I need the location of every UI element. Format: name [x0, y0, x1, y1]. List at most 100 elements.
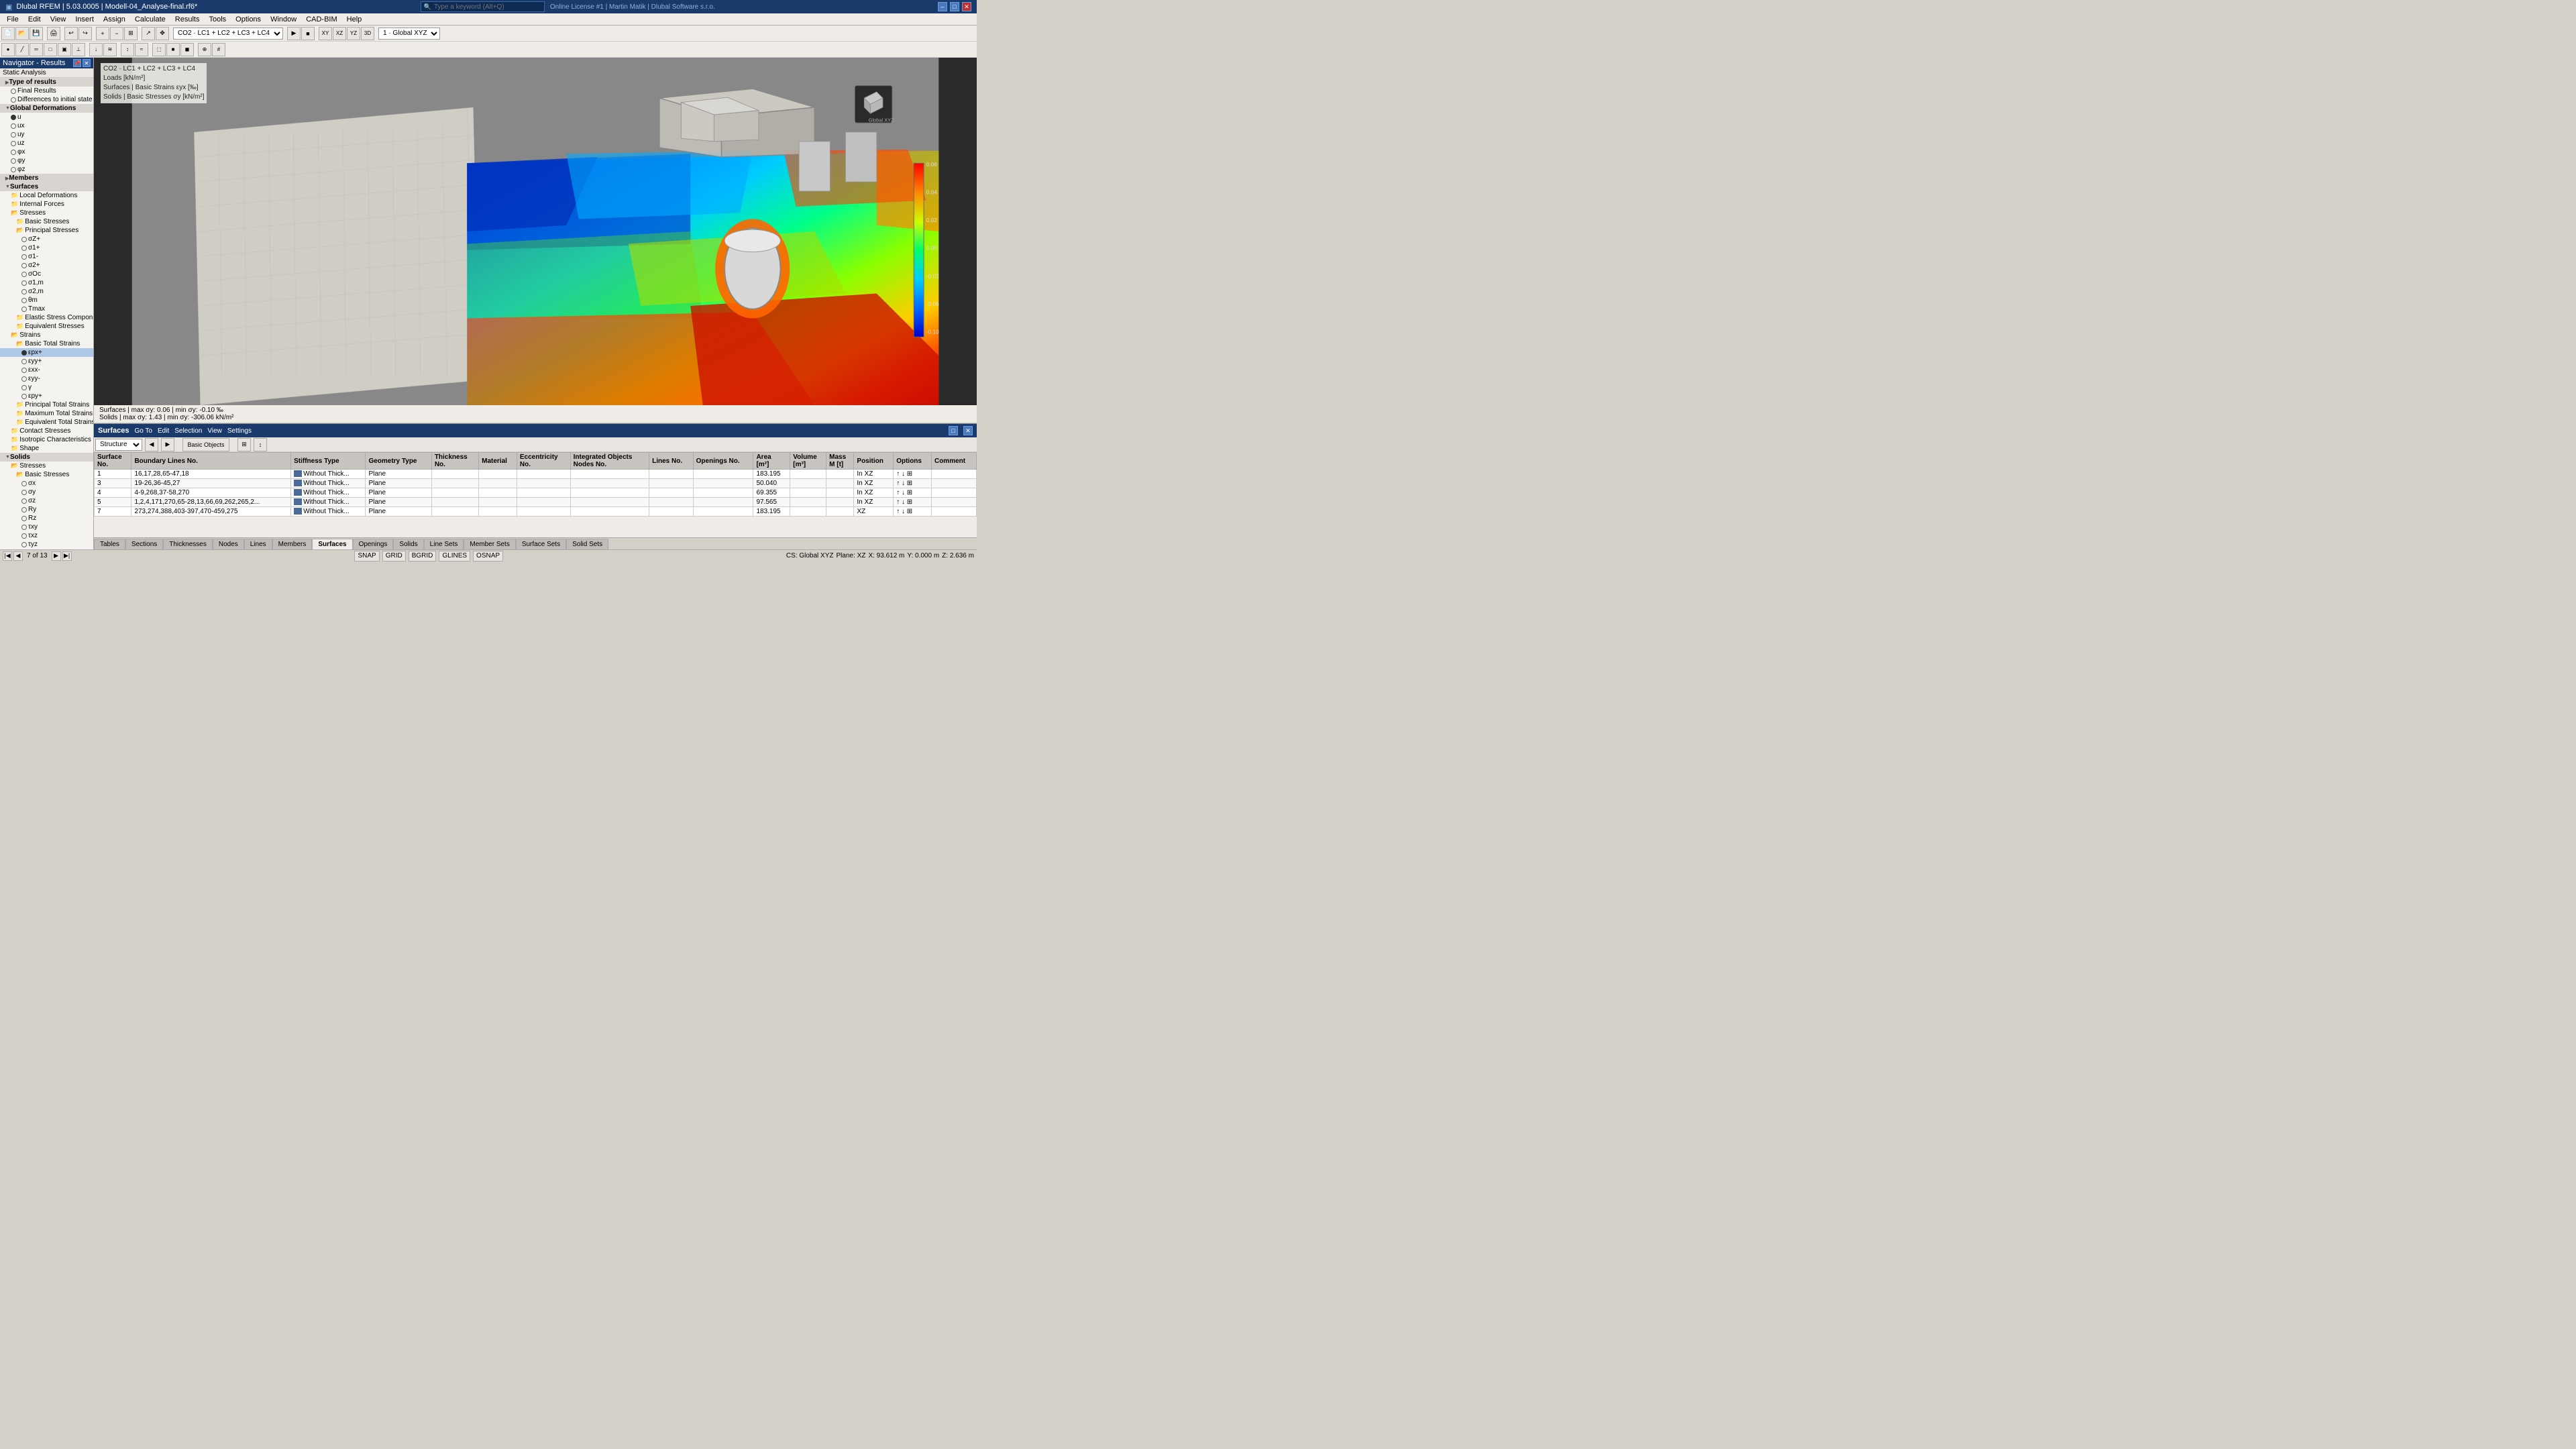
table-row[interactable]: 5 1,2,4,171,270,65-28,13,66,69,262,265,2… [95, 498, 977, 507]
supports-vis[interactable]: ⊥ [72, 43, 85, 56]
nav-sol-sz[interactable]: σz [0, 496, 93, 505]
snap-indicator[interactable]: SNAP [354, 551, 379, 561]
table-row[interactable]: 1 16,17,28,65-47,18 Without Thick... Pla… [95, 470, 977, 479]
nav-solids-stresses[interactable]: 📂 Stresses [0, 462, 93, 470]
nav-sol-txy[interactable]: τxy [0, 523, 93, 531]
nav-close-button[interactable]: ✕ [83, 59, 91, 67]
nav-global-deformations[interactable]: ▼ Global Deformations [0, 104, 93, 113]
restore-button[interactable]: □ [950, 2, 959, 11]
snap-btn[interactable]: ⊕ [198, 43, 211, 56]
sort-btn[interactable]: ↕ [254, 438, 267, 451]
menu-insert[interactable]: Insert [71, 15, 98, 24]
table-row[interactable]: 3 19-26,36-45,27 Without Thick... Plane … [95, 479, 977, 488]
tab-solid-sets[interactable]: Solid Sets [566, 539, 608, 549]
zoom-in-button[interactable]: + [96, 27, 109, 40]
tab-member-sets[interactable]: Member Sets [464, 539, 515, 549]
view-orientation-combo[interactable]: 1 · Global XYZ [378, 28, 440, 40]
nav-sigma-1-minus[interactable]: σ1- [0, 252, 93, 261]
nav-epx-plus[interactable]: εpx+ [0, 348, 93, 357]
lines-vis[interactable]: ╱ [15, 43, 29, 56]
nav-gamma[interactable]: γ [0, 383, 93, 392]
nav-sol-sy[interactable]: σy [0, 488, 93, 496]
menu-assign[interactable]: Assign [99, 15, 129, 24]
view-yz[interactable]: YZ [347, 27, 360, 40]
nav-epy-plus[interactable]: εpy+ [0, 392, 93, 400]
loads-vis[interactable]: ↓ [89, 43, 103, 56]
nav-internal-forces[interactable]: 📁 Internal Forces [0, 200, 93, 209]
page-fwd-btn[interactable]: ▶ [52, 551, 61, 561]
wire-btn[interactable]: ⬚ [152, 43, 166, 56]
nav-phiz[interactable]: φz [0, 165, 93, 174]
nav-final-results[interactable]: Final Results [0, 87, 93, 95]
global-search-input[interactable] [434, 3, 541, 11]
basic-objects-btn[interactable]: Basic Objects [182, 438, 229, 451]
nav-local-deformations[interactable]: 📁 Local Deformations [0, 191, 93, 200]
tab-members[interactable]: Members [272, 539, 313, 549]
view-xz[interactable]: XZ [333, 27, 346, 40]
nav-sol-ry[interactable]: Ry [0, 505, 93, 514]
solids-vis[interactable]: ▣ [58, 43, 71, 56]
stop-button[interactable]: ■ [301, 27, 315, 40]
selection-menu[interactable]: Selection [174, 427, 202, 435]
menu-help[interactable]: Help [343, 15, 366, 24]
nav-equiv-stresses[interactable]: 📁 Equivalent Stresses [0, 322, 93, 331]
nav-elastic-stress[interactable]: 📁 Elastic Stress Components [0, 313, 93, 322]
zoom-fit-button[interactable]: ⊞ [124, 27, 138, 40]
nav-sol-sx[interactable]: σx [0, 479, 93, 488]
menu-results[interactable]: Results [171, 15, 204, 24]
nav-sol-tyz[interactable]: τyz [0, 540, 93, 549]
tab-thicknesses[interactable]: Thicknesses [163, 539, 213, 549]
edit-menu[interactable]: Edit [158, 427, 169, 435]
members-vis[interactable]: ═ [30, 43, 43, 56]
nav-pin-button[interactable]: 📌 [73, 59, 81, 67]
nav-isotropic[interactable]: 📁 Isotropic Characteristics [0, 435, 93, 444]
save-button[interactable]: 💾 [30, 27, 43, 40]
redo-button[interactable]: ↪ [78, 27, 92, 40]
nav-sol-rz[interactable]: Rz [0, 514, 93, 523]
nav-epyy-plus[interactable]: εyy+ [0, 357, 93, 366]
page-back-btn[interactable]: ◀ [13, 551, 23, 561]
nav-sigma-2m[interactable]: σ2,m [0, 287, 93, 296]
menu-window[interactable]: Window [266, 15, 301, 24]
grid-btn[interactable]: # [212, 43, 225, 56]
nav-principal-stresses[interactable]: 📂 Principal Stresses [0, 226, 93, 235]
nav-sigma-oc[interactable]: σOc [0, 270, 93, 278]
surfaces-vis[interactable]: □ [44, 43, 57, 56]
solid-btn[interactable]: ■ [166, 43, 180, 56]
tab-sections[interactable]: Sections [125, 539, 163, 549]
nav-stresses-surf[interactable]: 📂 Stresses [0, 209, 93, 217]
nav-ux[interactable]: ux [0, 121, 93, 130]
view-xy[interactable]: XY [319, 27, 332, 40]
undo-button[interactable]: ↩ [64, 27, 78, 40]
nav-surfaces[interactable]: ▼ Surfaces [0, 182, 93, 191]
nav-tmax[interactable]: Tmax [0, 305, 93, 313]
nav-principal-total-strains[interactable]: 📁 Principal Total Strains [0, 400, 93, 409]
tab-solids[interactable]: Solids [393, 539, 423, 549]
tab-nodes[interactable]: Nodes [213, 539, 244, 549]
nav-uy[interactable]: uy [0, 130, 93, 139]
nav-type-of-results[interactable]: ▶ Type of results [0, 78, 93, 87]
select-button[interactable]: ↗ [142, 27, 155, 40]
move-button[interactable]: ✥ [156, 27, 169, 40]
nodes-vis[interactable]: ● [1, 43, 15, 56]
tab-tables[interactable]: Tables [94, 539, 125, 549]
tab-surfaces[interactable]: Surfaces [312, 539, 352, 549]
nav-shape[interactable]: 📁 Shape [0, 444, 93, 453]
nav-equiv-total-strains[interactable]: 📁 Equivalent Total Strains [0, 418, 93, 427]
render-btn[interactable]: ◼ [180, 43, 194, 56]
minimize-button[interactable]: – [938, 2, 947, 11]
zoom-out-button[interactable]: − [110, 27, 123, 40]
tab-openings[interactable]: Openings [353, 539, 394, 549]
nav-phiy[interactable]: φy [0, 156, 93, 165]
menu-options[interactable]: Options [231, 15, 265, 24]
nav-sigma-z-plus[interactable]: σZ+ [0, 235, 93, 244]
run-button[interactable]: ▶ [287, 27, 301, 40]
filter-fwd-btn[interactable]: ▶ [161, 438, 174, 451]
nav-basic-stresses-solids[interactable]: 📂 Basic Stresses [0, 470, 93, 479]
menu-tools[interactable]: Tools [205, 15, 230, 24]
results-vis[interactable]: ≋ [103, 43, 117, 56]
page-last-btn[interactable]: ▶| [62, 551, 72, 561]
filter-back-btn[interactable]: ◀ [145, 438, 158, 451]
menu-calculate[interactable]: Calculate [131, 15, 170, 24]
filter-combo[interactable]: Structure [95, 439, 142, 451]
